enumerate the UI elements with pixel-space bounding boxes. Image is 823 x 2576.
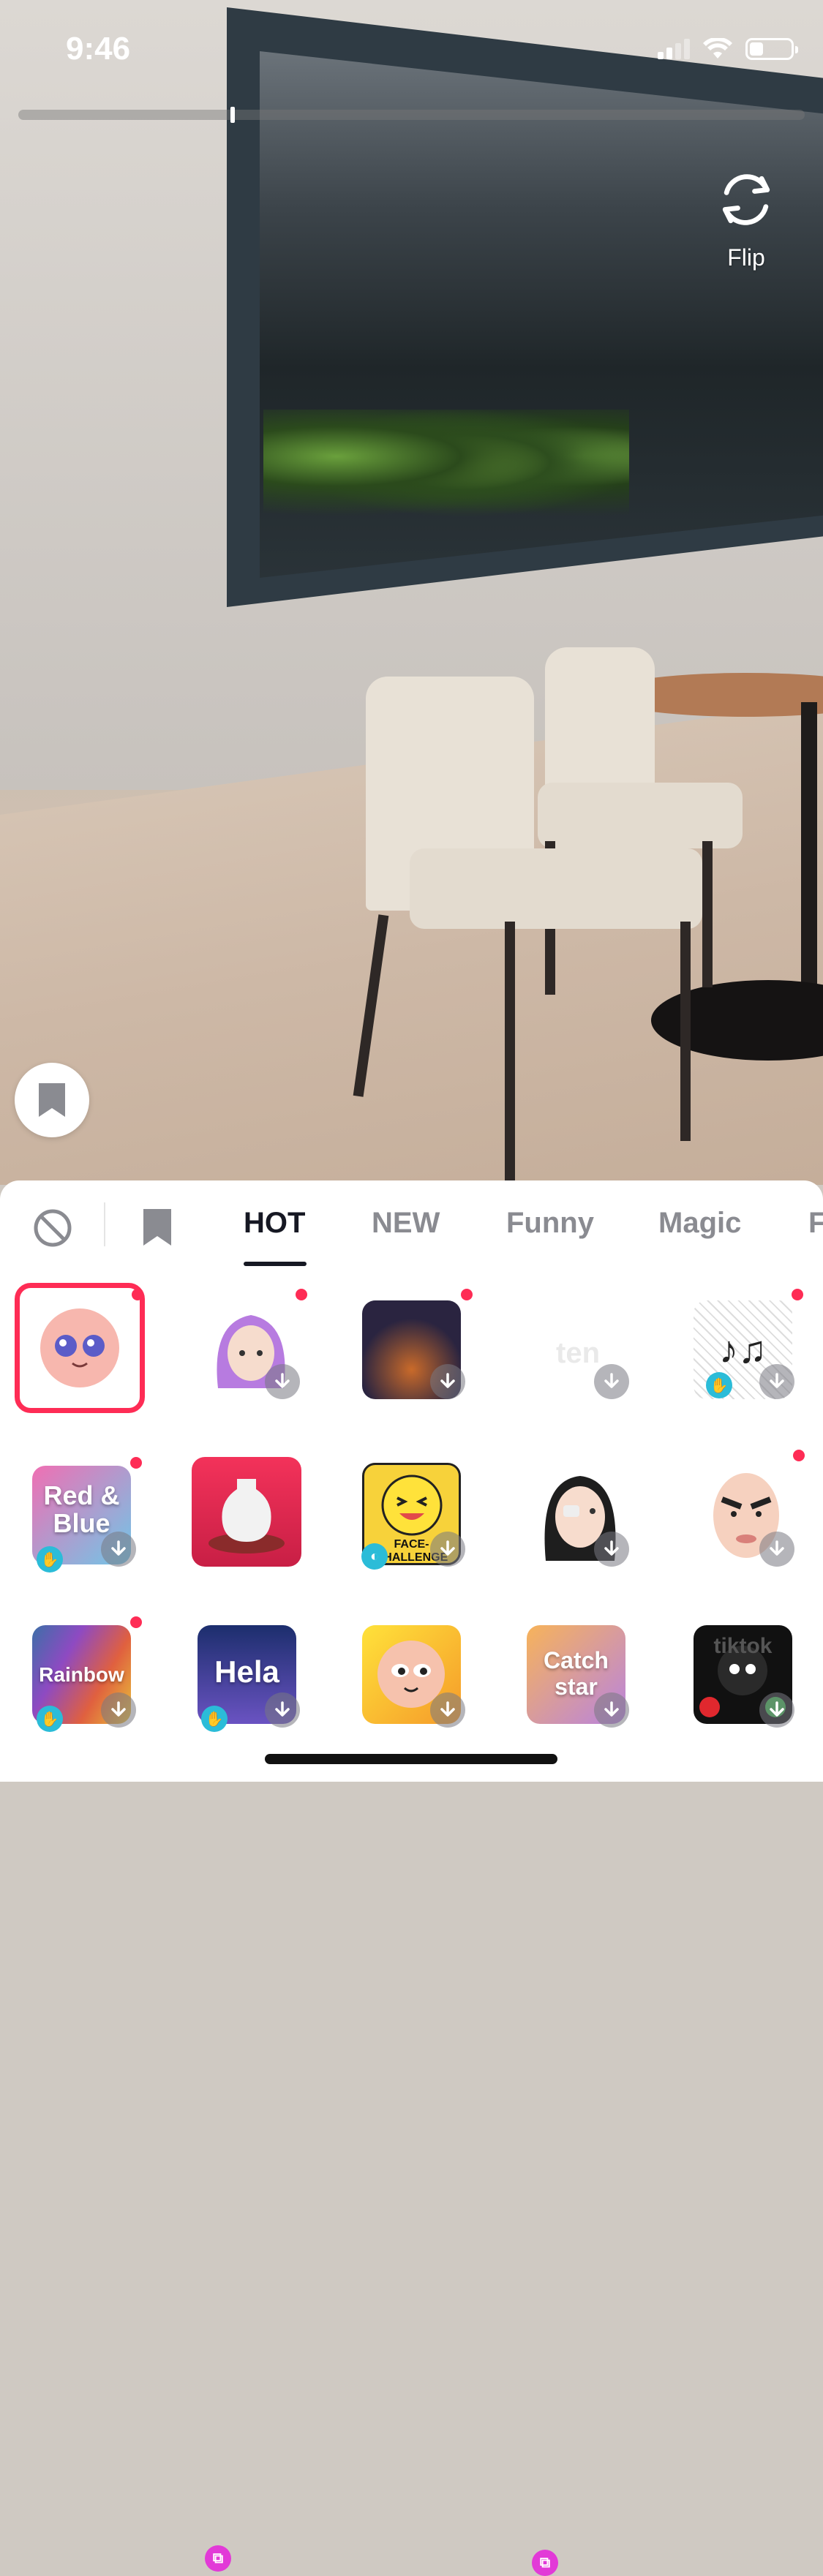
- download-icon: [759, 1692, 794, 1728]
- flip-camera-button[interactable]: Flip: [706, 165, 786, 271]
- progress-marker: [230, 107, 236, 123]
- plants: [263, 410, 629, 527]
- chair-leg: [702, 841, 713, 987]
- table-leg: [801, 702, 817, 1024]
- download-icon: [430, 1364, 465, 1399]
- status-icons: [658, 38, 798, 60]
- new-indicator-dot: [792, 1289, 803, 1300]
- favorites-tab-icon[interactable]: [141, 1207, 173, 1248]
- download-icon: [594, 1692, 629, 1728]
- tab-funny[interactable]: Funny: [506, 1207, 594, 1240]
- kawaii-face-icon: [40, 1308, 119, 1387]
- download-icon: [759, 1532, 794, 1567]
- battery-icon: [745, 38, 798, 60]
- download-icon: [594, 1532, 629, 1567]
- face-badge-icon: ◐: [361, 1543, 388, 1570]
- recording-progress-bar: [18, 107, 805, 123]
- effect-tile-pottery-vase[interactable]: [192, 1457, 301, 1567]
- camera-preview: [0, 0, 823, 1185]
- new-indicator-dot: [793, 1450, 805, 1461]
- tiktok-call-text: tiktok: [713, 1634, 773, 1658]
- red-and-blue-text: Red & Blue: [43, 1480, 120, 1538]
- new-indicator-dot: [130, 1616, 142, 1628]
- wifi-icon: [703, 38, 732, 59]
- tab-new[interactable]: NEW: [372, 1207, 440, 1240]
- flip-label: Flip: [727, 244, 765, 271]
- effect-tile-kawaii-face[interactable]: [25, 1293, 135, 1403]
- download-icon: [101, 1532, 136, 1567]
- chair-leg: [680, 922, 691, 1141]
- download-icon: [430, 1692, 465, 1728]
- hela-text: Hela: [214, 1654, 279, 1689]
- rainbow-text: Rainbow: [39, 1663, 124, 1686]
- tab-divider: [104, 1202, 105, 1246]
- download-icon: [759, 1364, 794, 1399]
- cellular-signal-icon: [658, 39, 690, 59]
- laughing-face-icon: [381, 1475, 443, 1536]
- new-indicator-dot: [132, 1289, 143, 1300]
- home-indicator: [265, 1754, 557, 1764]
- hand-gesture-badge-icon: ✋: [706, 1372, 732, 1398]
- status-time: 9:46: [66, 31, 131, 67]
- download-icon: [265, 1364, 300, 1399]
- chair-leg: [505, 922, 515, 1185]
- effects-panel: HOT NEW Funny Magic F ⧉ ten ⧉ ♪♫ Red & B…: [0, 1180, 823, 2576]
- vase-icon: [208, 1479, 285, 1553]
- download-icon: [594, 1364, 629, 1399]
- active-tab-indicator: [244, 1262, 307, 1266]
- chair-seat-front: [410, 848, 702, 929]
- download-icon: [265, 1692, 300, 1728]
- duet-badge-icon: ⧉: [205, 2545, 231, 2572]
- hand-gesture-badge-icon: ✋: [37, 1546, 63, 1573]
- tab-magic[interactable]: Magic: [658, 1207, 741, 1240]
- tab-hot[interactable]: HOT: [244, 1207, 305, 1240]
- hand-gesture-badge-icon: ✋: [201, 1706, 228, 1732]
- tab-more[interactable]: F: [808, 1207, 823, 1240]
- new-indicator-dot: [461, 1289, 473, 1300]
- download-icon: [430, 1532, 465, 1567]
- hand-gesture-badge-icon: ✋: [37, 1706, 63, 1732]
- no-effect-icon[interactable]: [33, 1208, 72, 1248]
- favorites-button[interactable]: [15, 1063, 89, 1137]
- download-icon: [101, 1692, 136, 1728]
- new-indicator-dot: [296, 1289, 307, 1300]
- bookmark-icon: [39, 1083, 65, 1117]
- flip-camera-icon: [722, 174, 770, 225]
- effects-tab-bar: HOT NEW Funny Magic F: [0, 1180, 823, 1268]
- new-indicator-dot: [130, 1457, 142, 1469]
- chair-seat-rear: [538, 783, 743, 848]
- duet-badge-icon: ⧉: [532, 2550, 558, 2576]
